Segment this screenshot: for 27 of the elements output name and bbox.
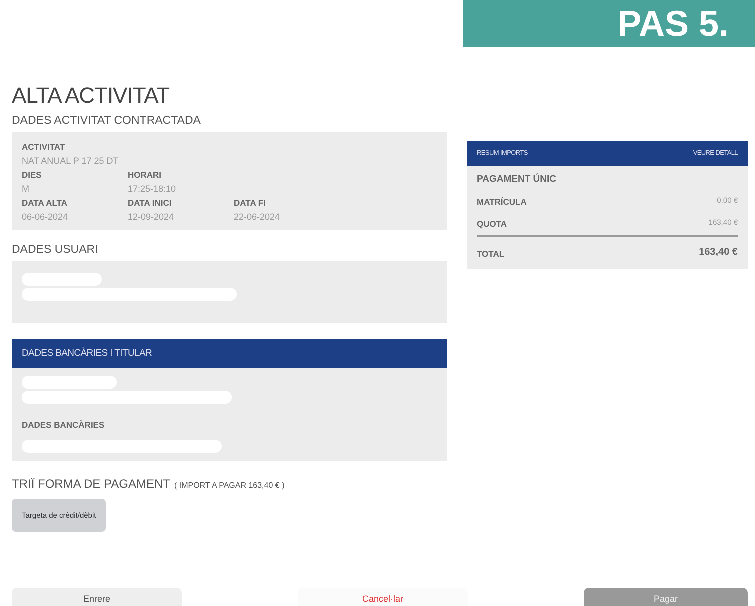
payment-amount-note: ( IMPORT A PAGAR 163,40 € ) [174, 481, 285, 490]
step-banner: PAS 5. [463, 0, 755, 47]
cancel-button[interactable]: Cancel·lar [298, 588, 468, 606]
payment-group-label: PAGAMENT ÚNIC [477, 174, 558, 185]
field-label: DATA FI [234, 198, 267, 208]
section-heading: DADES ACTIVITAT CONTRACTADA [12, 115, 202, 127]
field-label: DADES BANCÀRIES [22, 420, 106, 430]
field-value: 06-06-2024 [22, 212, 70, 222]
field-label: DATA ALTA [22, 198, 68, 208]
total-amount: 163,40 € [699, 246, 738, 258]
section-heading: DADES USUARI [12, 244, 100, 256]
payment-heading: TRIÏ FORMA DE PAGAMENT [12, 477, 170, 491]
field-value: 12-09-2024 [128, 212, 176, 222]
field-value: 17:25-18:10 [128, 184, 178, 194]
field-label: DIES [22, 170, 43, 180]
section-header-bar: DADES BANCÀRIES I TITULAR [12, 339, 447, 368]
field-label: ACTIVITAT [22, 142, 66, 152]
line-label: MATRÍCULA [477, 197, 527, 207]
field-label: HORARI [128, 170, 163, 180]
field-label: DATA INICI [128, 198, 173, 208]
total-label: TOTAL [477, 249, 505, 259]
field-value: M [22, 184, 30, 194]
back-button[interactable]: Enrere [12, 588, 182, 606]
field-value: 22-06-2024 [234, 212, 282, 222]
field-value: NAT ANUAL P 17 25 DT [22, 156, 120, 166]
line-label: QUOTA [477, 219, 508, 229]
page-title: ALTA ACTIVITAT [12, 83, 171, 109]
